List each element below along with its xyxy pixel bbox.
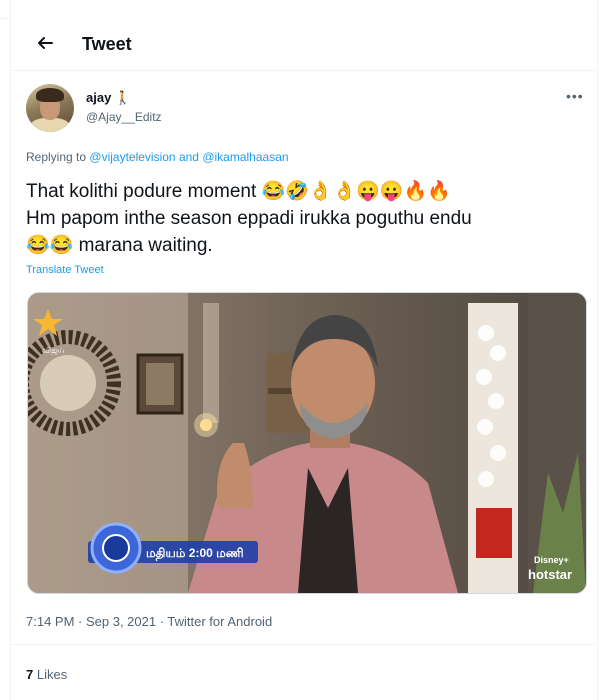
brand-bottom: hotstar [528, 567, 572, 582]
video-frame: விஜய் மதியம் 2:00 மணி Disney+ hotstar [28, 293, 586, 593]
mention-joiner: and [178, 150, 199, 164]
mention-link-1[interactable]: @vijaytelevision [89, 150, 175, 164]
likes-count[interactable]: 7 Likes [26, 667, 67, 682]
likes-label: Likes [36, 667, 68, 682]
tweet-line-1: That kolithi podure moment 😂🤣👌👌😛😛🔥🔥 [26, 181, 451, 202]
page-title: Tweet [82, 34, 132, 54]
tweet-line-3: 😂😂 marana waiting. [26, 235, 213, 256]
likes-number: 7 [26, 667, 34, 682]
avatar[interactable] [26, 84, 74, 132]
channel-badge: விஜய் [42, 346, 65, 356]
more-horizontal-icon[interactable]: ••• [566, 88, 584, 104]
tweet-header: Tweet [10, 18, 596, 71]
tweet-timestamp[interactable]: 7:14 PM · Sep 3, 2021 · Twitter for Andr… [26, 614, 272, 629]
author-handle[interactable]: @Ajay__Editz [86, 110, 162, 124]
brand-top: Disney+ [534, 555, 569, 565]
tweet-text: That kolithi podure moment 😂🤣👌👌😛😛🔥🔥 Hm p… [26, 178, 586, 259]
tweet-video[interactable]: விஜய் மதியம் 2:00 மணி Disney+ hotstar [27, 292, 587, 594]
tweet-line-2: Hm papom inthe season eppadi irukka pogu… [26, 208, 472, 229]
divider [10, 644, 596, 645]
translate-tweet-link[interactable]: Translate Tweet [26, 264, 104, 276]
author-name[interactable]: ajay 🚶 [86, 90, 131, 106]
schedule-text: மதியம் 2:00 மணி [146, 546, 244, 561]
mention-link-2[interactable]: @ikamalhaasan [202, 150, 288, 164]
replying-to: Replying to @vijaytelevision and @ikamal… [26, 150, 289, 164]
replying-prefix: Replying to [26, 150, 87, 164]
arrow-left-icon[interactable] [30, 28, 60, 58]
